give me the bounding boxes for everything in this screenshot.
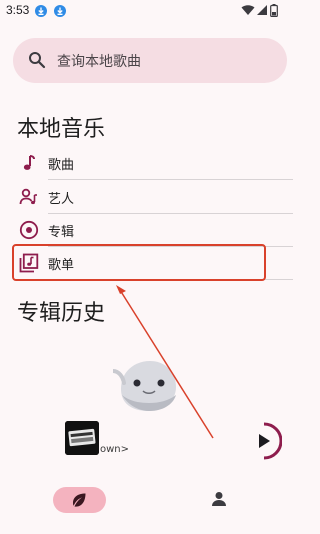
list-item-albums[interactable]: 专辑 [13,213,293,247]
bottom-nav [0,470,300,534]
search-bar[interactable]: 查询本地歌曲 [13,38,287,83]
list-item-songs[interactable]: 歌曲 [13,146,293,180]
leaf-icon [73,493,86,507]
section-title-local-music: 本地音乐 [17,117,106,142]
status-bar: 3:53 [0,0,300,22]
divider [48,279,293,280]
whale-mascot-icon [113,361,176,411]
search-placeholder: 查询本地歌曲 [57,54,141,70]
list-item-label: 艺人 [48,192,75,207]
play-icon [259,434,270,448]
music-note-icon [23,155,35,170]
download-icon [54,5,66,17]
album-thumbnail[interactable] [65,421,99,455]
keyboard-cover-icon [65,421,99,455]
download-icon [35,5,47,17]
search-icon [29,52,46,69]
person-icon[interactable] [211,491,227,507]
wifi-icon [241,5,255,15]
play-button[interactable] [250,420,282,462]
playlist-icon [19,253,39,273]
now-playing-text: own> [100,444,130,455]
artist-icon [19,188,37,205]
list-item-label: 歌单 [48,258,75,273]
section-title-album-history: 专辑历史 [17,301,106,326]
nav-home-button[interactable] [53,487,106,513]
list-item-label: 歌曲 [48,158,75,173]
cell-signal-icon [257,5,267,15]
album-icon [19,220,39,240]
battery-icon [270,4,278,17]
list-item-artists[interactable]: 艺人 [13,180,293,214]
list-item-playlists[interactable]: 歌单 [13,246,293,280]
list-item-label: 专辑 [48,225,75,240]
status-time: 3:53 [6,3,30,17]
